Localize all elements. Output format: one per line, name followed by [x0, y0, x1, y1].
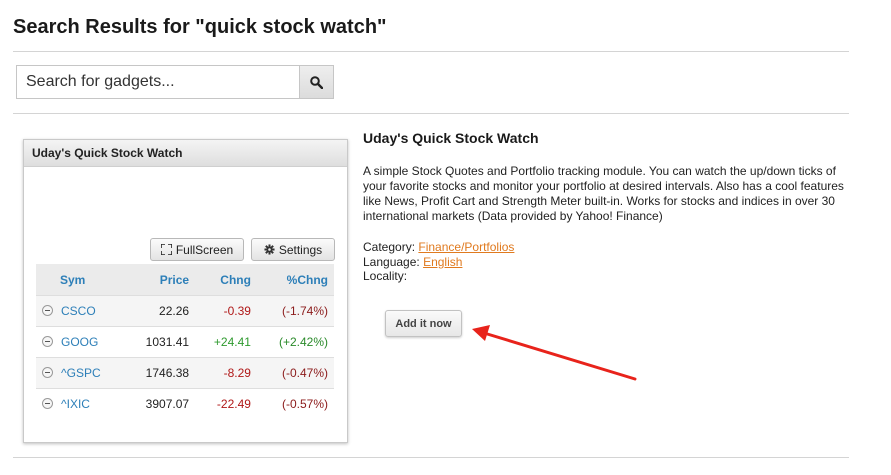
column-header[interactable]: Sym	[36, 264, 126, 296]
red-arrow-annotation	[472, 325, 637, 381]
change-cell: -8.29	[195, 357, 257, 389]
percent-change-cell: (-0.47%)	[256, 357, 334, 389]
divider	[13, 457, 849, 458]
change-cell: -0.39	[195, 295, 257, 327]
category-label: Category:	[363, 240, 416, 254]
search-bar	[16, 65, 334, 99]
category-row: Category: Finance/Portfolios	[363, 240, 514, 254]
symbol-link[interactable]: ^IXIC	[61, 397, 90, 411]
price-cell: 1746.38	[125, 357, 196, 389]
fullscreen-button[interactable]: FullScreen	[150, 238, 244, 261]
table-row: ^GSPC 1746.38 -8.29 (-0.47%)	[36, 357, 334, 389]
column-header[interactable]: %Chng	[256, 264, 334, 296]
category-link[interactable]: Finance/Portfolios	[418, 240, 514, 254]
language-link[interactable]: English	[423, 255, 462, 269]
divider	[13, 113, 849, 114]
table-row: GOOG 1031.41 +24.41 (+2.42%)	[36, 326, 334, 358]
page-title: Search Results for "quick stock watch"	[13, 16, 387, 38]
remove-icon[interactable]	[42, 336, 53, 347]
percent-change-cell: (-1.74%)	[256, 295, 334, 327]
language-label: Language:	[363, 255, 420, 269]
fullscreen-label: FullScreen	[175, 242, 234, 257]
language-row: Language: English	[363, 255, 462, 269]
settings-button[interactable]: Settings	[251, 238, 335, 261]
search-button[interactable]	[299, 66, 333, 98]
change-cell: +24.41	[195, 326, 257, 358]
gadget-description: A simple Stock Quotes and Portfolio trac…	[363, 164, 844, 223]
price-cell: 22.26	[125, 295, 196, 327]
remove-icon[interactable]	[42, 398, 53, 409]
price-cell: 1031.41	[125, 326, 196, 358]
add-it-now-button[interactable]: Add it now	[385, 310, 462, 337]
remove-icon[interactable]	[42, 305, 53, 316]
search-icon	[310, 75, 323, 89]
column-header[interactable]: Price	[125, 264, 196, 296]
table-row: ^IXIC 3907.07 -22.49 (-0.57%)	[36, 388, 334, 419]
symbol-link[interactable]: GOOG	[61, 335, 98, 349]
gadget-header: Uday's Quick Stock Watch	[24, 140, 347, 167]
price-cell: 3907.07	[125, 388, 196, 419]
table-row: CSCO 22.26 -0.39 (-1.74%)	[36, 295, 334, 327]
symbol-link[interactable]: ^GSPC	[61, 366, 101, 380]
quotes-table: Sym Price Chng %Chng CSCO 22.26 -0.39 (-…	[36, 264, 334, 419]
gear-icon	[264, 244, 275, 255]
gadget-preview: Uday's Quick Stock Watch FullScreen Sett…	[23, 139, 348, 443]
percent-change-cell: (+2.42%)	[256, 326, 334, 358]
divider	[13, 51, 849, 52]
locality-label: Locality:	[363, 269, 408, 283]
gadget-title: Uday's Quick Stock Watch	[363, 130, 539, 146]
remove-icon[interactable]	[42, 367, 53, 378]
search-input[interactable]	[17, 66, 301, 98]
locality-row: Locality:	[363, 269, 407, 283]
settings-label: Settings	[278, 242, 323, 257]
fullscreen-icon	[160, 244, 172, 255]
change-cell: -22.49	[195, 388, 257, 419]
percent-change-cell: (-0.57%)	[256, 388, 334, 419]
symbol-link[interactable]: CSCO	[61, 304, 96, 318]
column-header[interactable]: Chng	[195, 264, 257, 296]
